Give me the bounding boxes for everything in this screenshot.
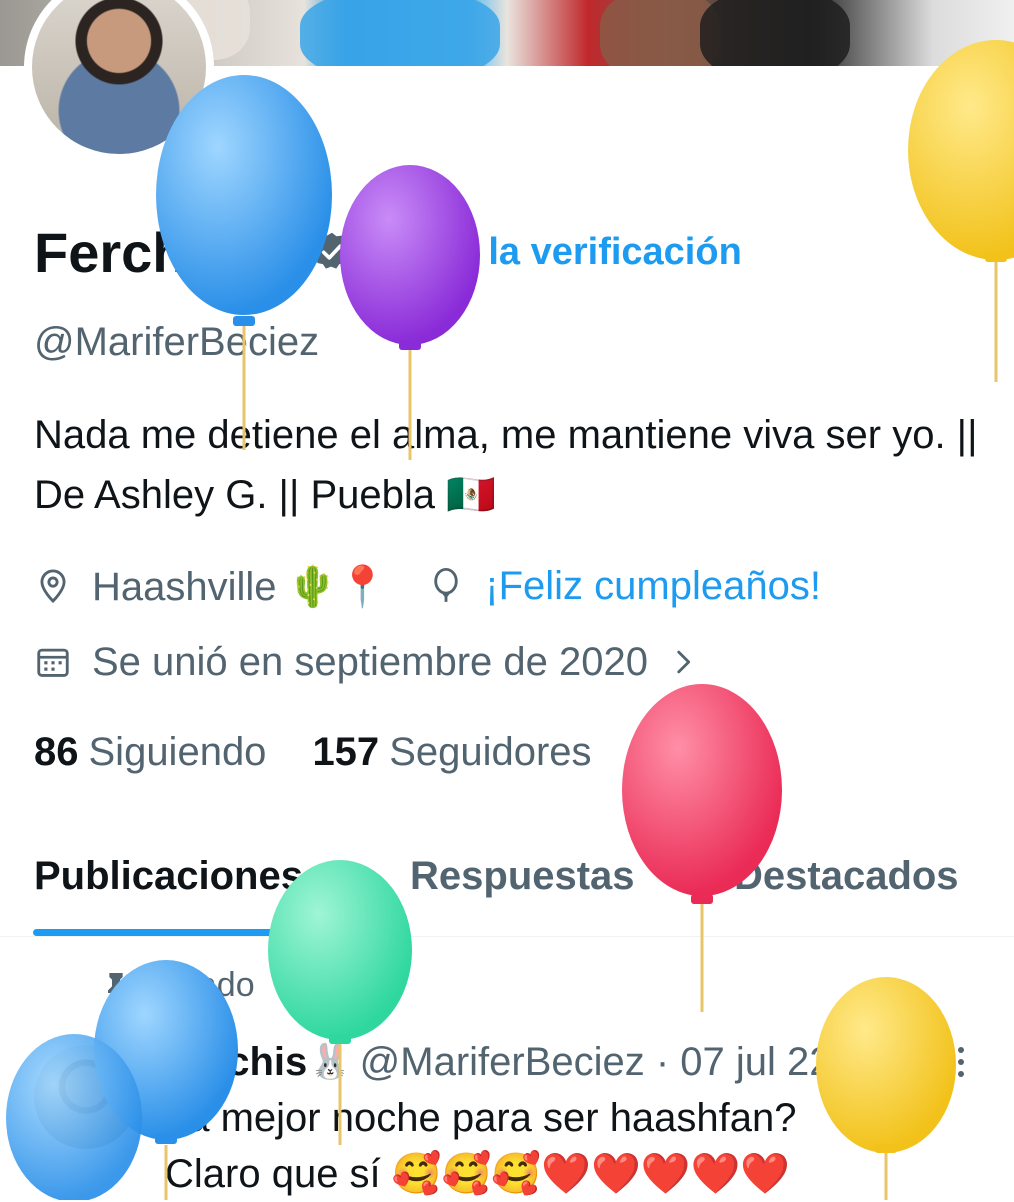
pinned-label: Fijado xyxy=(162,965,255,1004)
post-text-line-1: La mejor noche para ser haashfan? xyxy=(165,1096,797,1140)
profile-bio: Nada me detiene el alma, me mantiene viv… xyxy=(34,413,978,517)
chevron-right-icon xyxy=(677,650,691,674)
tab-respuestas[interactable]: Respuestas xyxy=(410,854,635,899)
following-count: 86 xyxy=(34,729,79,774)
tab-publicaciones[interactable]: Publicaciones xyxy=(34,854,303,899)
rabbit-emoji: 🐰 xyxy=(235,227,290,278)
calendar-icon xyxy=(37,648,69,677)
post-meta: @MariferBeciez · 07 jul 22 xyxy=(359,1039,832,1084)
profile-tabs: Publicaciones Respuestas Destacados xyxy=(0,840,1014,936)
follow-stats: 86 Siguiendo 157 Seguidores xyxy=(34,722,592,782)
joined-date: Se unió en septiembre de 2020 xyxy=(92,639,648,684)
active-tab-indicator xyxy=(33,929,345,936)
profile-meta-row: Haashville 🌵📍 ¡Feliz cumpleaños! xyxy=(34,556,821,616)
avatar-photo xyxy=(32,0,206,154)
followers-label: Seguidores xyxy=(389,729,592,774)
pinned-indicator: Fijado xyxy=(100,960,255,1010)
balloon-yellow-1 xyxy=(908,40,1014,382)
post-rabbit-emoji: 🐰 xyxy=(309,1043,352,1081)
get-verified-link[interactable]: Obtén la verificación xyxy=(310,230,742,274)
followers-link[interactable]: 157 Seguidores xyxy=(312,730,591,775)
tab-destacados[interactable]: Destacados xyxy=(734,854,959,899)
profile-name: Ferchis xyxy=(34,220,234,284)
following-label: Siguiendo xyxy=(88,729,267,774)
profile-name-row: Ferchis 🐰 Obtén la verificación xyxy=(34,220,742,284)
post-text[interactable]: La mejor noche para ser haashfan? Claro … xyxy=(165,1090,985,1202)
profile-handle: @MariferBeciez xyxy=(34,320,320,364)
following-link[interactable]: 86 Siguiendo xyxy=(34,730,266,775)
followers-count: 157 xyxy=(312,729,380,774)
balloon-icon xyxy=(434,567,458,602)
profile-location: Haashville 🌵📍 xyxy=(92,564,388,609)
profile-joined-row[interactable]: Se unió en septiembre de 2020 xyxy=(34,632,700,692)
birthday-link[interactable]: ¡Feliz cumpleaños! xyxy=(485,564,821,609)
more-vertical-icon[interactable] xyxy=(955,1044,967,1080)
post-header: Ferchis 🐰 @MariferBeciez · 07 jul 22 xyxy=(165,1034,832,1090)
verified-badge-icon xyxy=(312,232,350,269)
profile-avatar[interactable] xyxy=(24,0,214,162)
post-author-name[interactable]: Ferchis xyxy=(165,1040,307,1085)
post-author-avatar[interactable] xyxy=(34,1045,138,1149)
get-verified-label: Obtén la verificación xyxy=(368,230,742,273)
pin-icon xyxy=(108,973,124,1001)
location-pin-icon xyxy=(40,569,66,604)
post-text-line-2: Claro que sí 🥰🥰🥰❤️❤️❤️❤️❤️ xyxy=(165,1152,791,1196)
tabs-divider xyxy=(0,936,1014,937)
